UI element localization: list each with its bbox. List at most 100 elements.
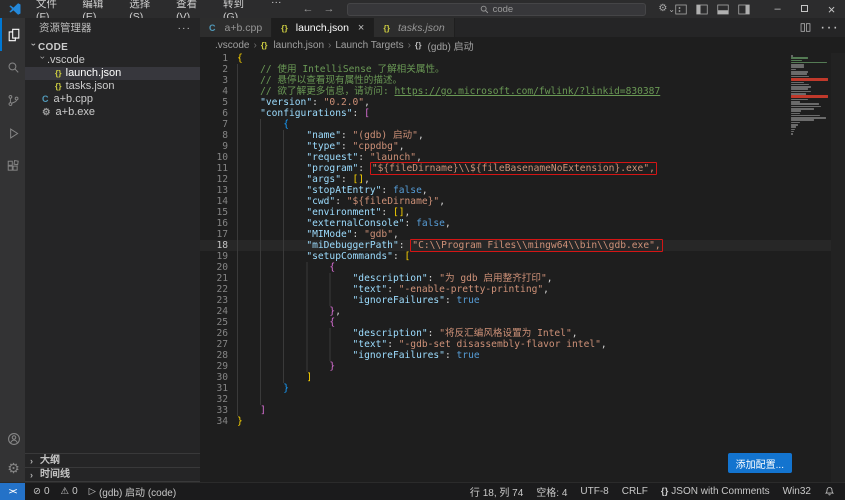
activitybar-source-control[interactable] [0,84,25,117]
encoding[interactable]: UTF-8 [580,486,608,497]
tree-item-a-b-exe[interactable]: ⚙a+b.exe [25,106,200,119]
back-arrow-icon[interactable]: ← [303,3,314,15]
line-number[interactable]: 31 [200,383,228,394]
line-number[interactable]: 2 [200,64,228,75]
cursor-position[interactable]: 行 18, 列 74 [470,484,523,499]
activitybar-extensions[interactable] [0,150,25,183]
split-editor-icon[interactable] [800,22,811,33]
line-number[interactable]: 16 [200,218,228,229]
code-line-30[interactable]: 30 ] [200,372,831,383]
editor-scrollbar[interactable] [831,53,845,482]
warnings[interactable]: ⚠0 [61,486,78,497]
code-line-12[interactable]: 12 "args": [], [200,174,831,185]
platform[interactable]: Win32 [783,486,811,497]
line-number[interactable]: 11 [200,163,228,174]
minimize-button[interactable]: – [764,3,791,15]
code-line-20[interactable]: 20 { [200,262,831,273]
code-line-16[interactable]: 16 "externalConsole": false, [200,218,831,229]
line-number[interactable]: 17 [200,229,228,240]
code-line-24[interactable]: 24 }, [200,306,831,317]
line-number[interactable]: 18 [200,240,228,251]
code-line-3[interactable]: 3 // 悬停以查看现有属性的描述。 [200,75,831,86]
tree-item-tasks-json[interactable]: {}tasks.json [25,80,200,93]
line-number[interactable]: 32 [200,394,228,405]
tab-tasks-json[interactable]: {}tasks.json [374,18,454,37]
line-number[interactable]: 12 [200,174,228,185]
code-line-28[interactable]: 28 "ignoreFailures": true [200,350,831,361]
tree-item-code[interactable]: ›CODE [25,41,200,54]
code-line-1[interactable]: 1{ [200,53,831,64]
remote-indicator[interactable]: >< [0,483,25,500]
forward-arrow-icon[interactable]: → [324,3,335,15]
code-line-13[interactable]: 13 "stopAtEntry": false, [200,185,831,196]
toggle-activity-icon[interactable] [675,4,687,15]
indentation[interactable]: 空格: 4 [536,484,567,499]
more-actions-icon[interactable]: ··· [178,18,192,39]
line-number[interactable]: 27 [200,339,228,350]
line-number[interactable]: 29 [200,361,228,372]
line-number[interactable]: 6 [200,108,228,119]
language-mode[interactable]: {}JSON with Comments [661,486,770,497]
code-line-8[interactable]: 8 "name": "(gdb) 启动", [200,130,831,141]
line-number[interactable]: 5 [200,97,228,108]
line-number[interactable]: 25 [200,317,228,328]
code-line-21[interactable]: 21 "description": "为 gdb 启用整齐打印", [200,273,831,284]
breadcrumb-item[interactable]: {}(gdb) 启动 [415,38,474,53]
toggle-sidebar-icon[interactable] [696,4,708,15]
activitybar-explorer[interactable] [0,18,25,51]
code-line-33[interactable]: 33 ] [200,405,831,416]
errors[interactable]: ⊘0 [33,486,50,497]
line-number[interactable]: 1 [200,53,228,64]
line-number[interactable]: 34 [200,416,228,427]
line-number[interactable]: 9 [200,141,228,152]
activitybar-settings[interactable]: ⚙ [0,453,25,482]
code-line-14[interactable]: 14 "cwd": "${fileDirname}", [200,196,831,207]
line-number[interactable]: 13 [200,185,228,196]
debug-target[interactable]: ▷(gdb) 启动 (code) [89,484,177,499]
breadcrumb-item[interactable]: .vscode [215,40,249,51]
toggle-secondary-sidebar-icon[interactable] [738,4,750,15]
code-line-32[interactable]: 32 [200,394,831,405]
code-line-4[interactable]: 4 // 欲了解更多信息，请访问: https://go.microsoft.c… [200,86,831,97]
line-number[interactable]: 7 [200,119,228,130]
code-line-34[interactable]: 34} [200,416,831,427]
code-line-29[interactable]: 29 } [200,361,831,372]
line-number[interactable]: 19 [200,251,228,262]
tab-close-icon[interactable]: × [358,22,364,34]
line-number[interactable]: 8 [200,130,228,141]
profile-icon[interactable]: ⚙⌄ [658,4,675,14]
breadcrumb-item[interactable]: Launch Targets [335,40,403,51]
code-line-23[interactable]: 23 "ignoreFailures": true [200,295,831,306]
line-number[interactable]: 14 [200,196,228,207]
activitybar-run-debug[interactable] [0,117,25,150]
activitybar-account[interactable] [0,424,25,453]
line-number[interactable]: 23 [200,295,228,306]
code-line-18[interactable]: 18 "miDebuggerPath": "C:\\Program Files\… [200,240,831,251]
line-number[interactable]: 10 [200,152,228,163]
command-center-search[interactable]: code [347,3,647,16]
maximize-button[interactable] [791,3,818,15]
line-number[interactable]: 4 [200,86,228,97]
toggle-panel-icon[interactable] [717,4,729,15]
line-number[interactable]: 33 [200,405,228,416]
code-line-11[interactable]: 11 "program": "${fileDirname}\\${fileBas… [200,163,831,174]
tree-item-a-b-cpp[interactable]: Ca+b.cpp [25,93,200,106]
code-line-7[interactable]: 7 { [200,119,831,130]
code-editor[interactable]: 1{2 // 使用 IntelliSense 了解相关属性。3 // 悬停以查看… [200,53,831,482]
code-line-2[interactable]: 2 // 使用 IntelliSense 了解相关属性。 [200,64,831,75]
breadcrumb-item[interactable]: {}launch.json [261,40,324,51]
line-number[interactable]: 30 [200,372,228,383]
eol[interactable]: CRLF [622,486,648,497]
code-line-31[interactable]: 31 } [200,383,831,394]
tab-a-b-cpp[interactable]: Ca+b.cpp [200,18,272,37]
code-line-27[interactable]: 27 "text": "-gdb-set disassembly-flavor … [200,339,831,350]
code-line-22[interactable]: 22 "text": "-enable-pretty-printing", [200,284,831,295]
code-line-19[interactable]: 19 "setupCommands": [ [200,251,831,262]
tree-item--vscode[interactable]: ›.vscode [25,54,200,67]
section-时间线[interactable]: ›时间线 [25,468,200,482]
minimap[interactable] [791,55,831,135]
notifications[interactable] [824,486,835,497]
code-line-9[interactable]: 9 "type": "cppdbg", [200,141,831,152]
line-number[interactable]: 26 [200,328,228,339]
section-大纲[interactable]: ›大纲 [25,454,200,468]
